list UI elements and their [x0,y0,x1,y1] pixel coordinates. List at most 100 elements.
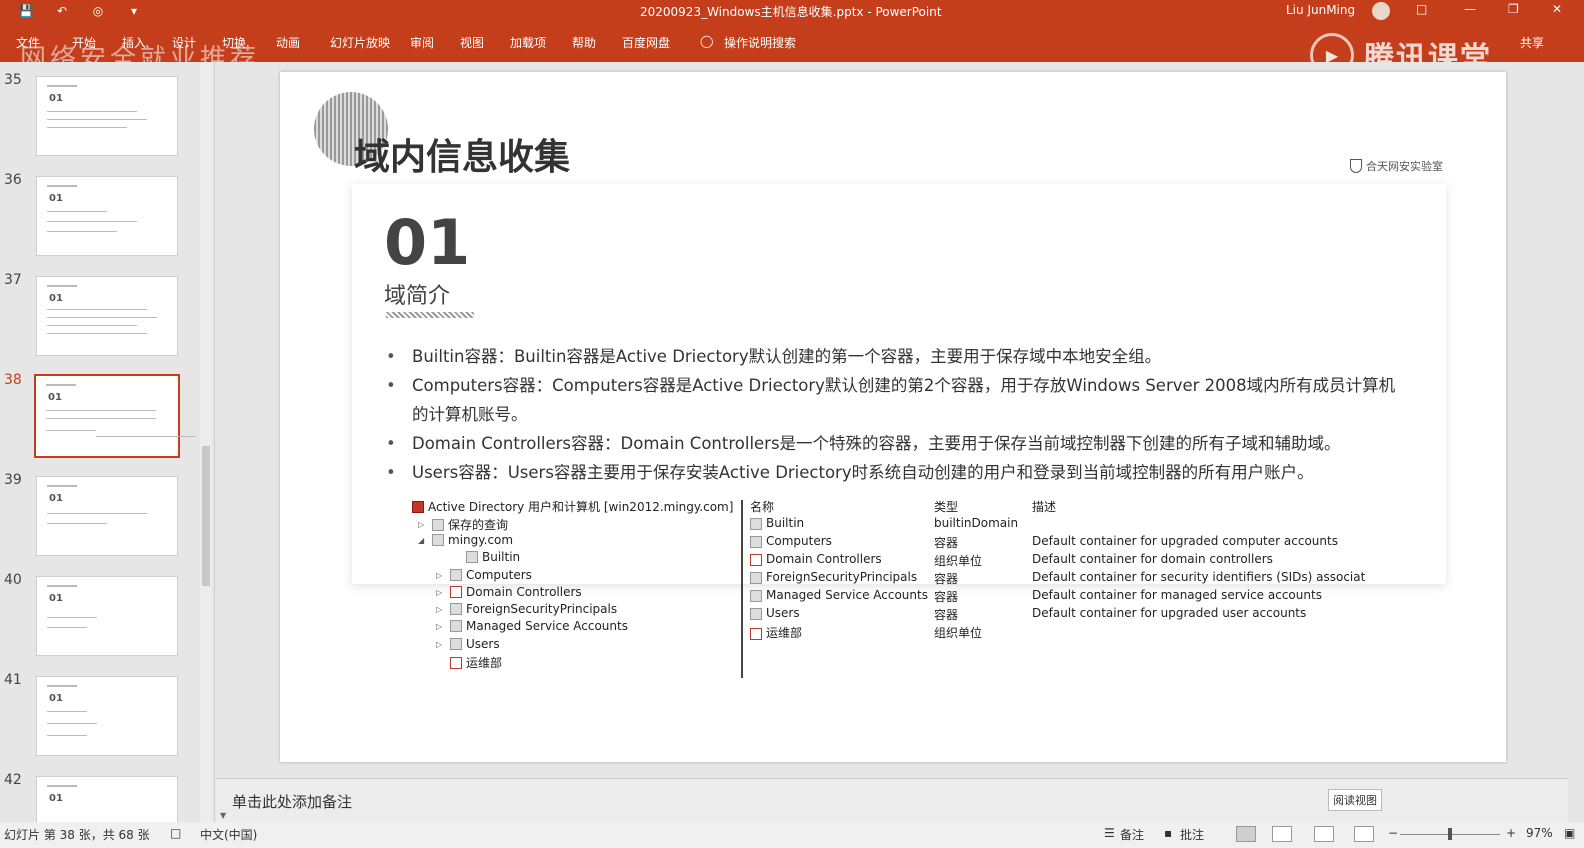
avatar[interactable] [1372,2,1390,20]
language-status[interactable]: 中文(中国) [200,826,257,843]
list-item-name: 运维部 [750,624,802,641]
slide-thumbnail[interactable]: 01 [36,176,178,256]
ou-icon [750,553,762,566]
present-icon[interactable]: ◎ [90,3,106,19]
slide-thumbnail[interactable]: 01 [36,576,178,656]
tab-design[interactable]: 设计 [172,34,196,51]
comments-icon[interactable]: ▪ [1164,826,1172,840]
slide-thumbnail[interactable]: 01 [36,676,178,756]
col-header-name: 名称 [750,500,775,514]
thumb-number: 41 [4,672,22,688]
list-item-type: 组织单位 [934,554,983,568]
tab-review[interactable]: 审阅 [410,34,434,51]
list-item-name: Builtin [750,516,804,530]
tree-item: 运维部 [436,654,502,671]
thumbnail-scrollbar[interactable] [200,62,212,822]
slide-thumbnail[interactable]: 01 [36,476,178,556]
section-subtitle: 域简介 [384,284,451,309]
accessibility-icon[interactable]: □ [170,826,181,840]
slide[interactable]: 域内信息收集 合天网安实验室 01 域简介 Builtin容器：Builtin容… [280,72,1506,762]
tab-view[interactable]: 视图 [460,34,484,51]
tree-root: Active Directory 用户和计算机 [win2012.mingy.c… [412,498,733,515]
quick-access-toolbar: 💾 ↶ ◎ ▾ [18,3,142,19]
folder-icon [466,551,478,563]
bullet-item: Domain Controllers容器：Domain Controllers是… [380,429,1400,458]
slide-thumbnail-active[interactable]: 01 [34,374,196,458]
slide-thumbnail[interactable]: 01 [36,76,178,156]
brand-logo: 合天网安实验室 [1350,158,1443,174]
ad-book-icon [412,500,424,513]
chevron-down-icon[interactable]: ▼ [220,811,226,820]
comments-toggle[interactable]: 批注 [1180,826,1204,843]
tab-baidu[interactable]: 百度网盘 [622,34,670,51]
shield-icon [1350,159,1362,173]
tree-item: ▷ Users [436,637,500,651]
thumb-number: 39 [4,472,22,488]
window-title: 20200923_Windows主机信息收集.pptx - PowerPoint [640,5,942,19]
zoom-in-icon[interactable]: + [1506,826,1516,840]
notes-icon[interactable]: ☰ [1104,826,1115,840]
tab-home[interactable]: 开始 [72,34,96,51]
list-item-desc: Default container for security identifie… [1032,570,1366,584]
folder-icon [750,571,762,584]
zoom-slider-thumb[interactable] [1448,828,1452,840]
share-button[interactable]: 共享 [1520,34,1544,51]
tab-slideshow[interactable]: 幻灯片放映 [330,34,390,51]
col-header-type: 类型 [934,500,959,514]
list-item-desc: Default container for managed service ac… [1032,588,1322,602]
list-item-name: ForeignSecurityPrincipals [750,570,917,584]
tree-item: ▷ Managed Service Accounts [436,619,628,633]
thumb-number-active: 38 [4,372,22,388]
tree-item: ▷ ForeignSecurityPrincipals [436,602,618,616]
slide-sorter-button[interactable] [1272,826,1292,842]
slide-thumbnail[interactable]: 01 [36,276,178,356]
notes-pane: ▼ 单击此处添加备注 阅读视图 [216,778,1568,822]
thumb-number: 42 [4,772,22,788]
bullet-item: Builtin容器：Builtin容器是Active Driectory默认创建… [380,342,1400,371]
user-name[interactable]: Liu JunMing [1286,3,1355,17]
zoom-out-icon[interactable]: − [1388,826,1398,840]
save-icon[interactable]: 💾 [18,3,34,19]
customize-icon[interactable]: ▾ [126,3,142,19]
tab-help[interactable]: 帮助 [572,34,596,51]
section-number: 01 [384,206,471,279]
folder-icon [750,535,762,548]
tab-insert[interactable]: 插入 [122,34,146,51]
folder-icon [750,517,762,530]
list-item-name: Users [750,606,800,620]
ou-icon [450,656,462,669]
list-item-name: Managed Service Accounts [750,588,928,602]
folder-icon [432,518,444,531]
tree-item: ▷ Computers [436,568,532,582]
tab-transitions[interactable]: 切换 [222,34,246,51]
slideshow-button[interactable] [1354,826,1374,842]
folder-icon [450,638,462,650]
reading-view-button[interactable] [1314,826,1334,842]
notes-placeholder[interactable]: 单击此处添加备注 [232,791,352,812]
tab-addins[interactable]: 加载项 [510,34,546,51]
tree-item: ◢ mingy.com [418,533,514,547]
ribbon: 网络安全就业推荐 文件 开始 插入 设计 切换 动画 幻灯片放映 审阅 视图 加… [0,22,1584,77]
close-icon[interactable]: ✕ [1552,2,1562,16]
zoom-level[interactable]: 97% [1526,826,1553,840]
list-item-desc: Default container for upgraded computer … [1032,534,1338,548]
notes-toggle[interactable]: 备注 [1120,826,1144,843]
folder-icon [450,620,462,632]
normal-view-button[interactable] [1236,826,1256,842]
tab-animations[interactable]: 动画 [276,34,300,51]
fit-slide-icon[interactable]: ▣ [1564,826,1575,840]
folder-icon [750,607,762,620]
folder-icon [750,589,762,602]
undo-icon[interactable]: ↶ [54,3,70,19]
col-header-desc: 描述 [1032,500,1057,514]
maximize-icon[interactable]: ❐ [1508,2,1519,16]
tab-file[interactable]: 文件 [16,34,40,51]
minimize-icon[interactable]: — [1464,2,1476,16]
tell-me-search[interactable]: 操作说明搜索 [724,34,796,51]
list-item-type: 容器 [934,572,959,586]
lightbulb-icon: ◯ [700,34,714,48]
list-item-type: 组织单位 [934,626,983,640]
slide-thumbnail[interactable]: 01 [36,776,178,822]
ribbon-display-icon[interactable]: □ [1416,2,1427,16]
thumb-number: 37 [4,272,22,288]
